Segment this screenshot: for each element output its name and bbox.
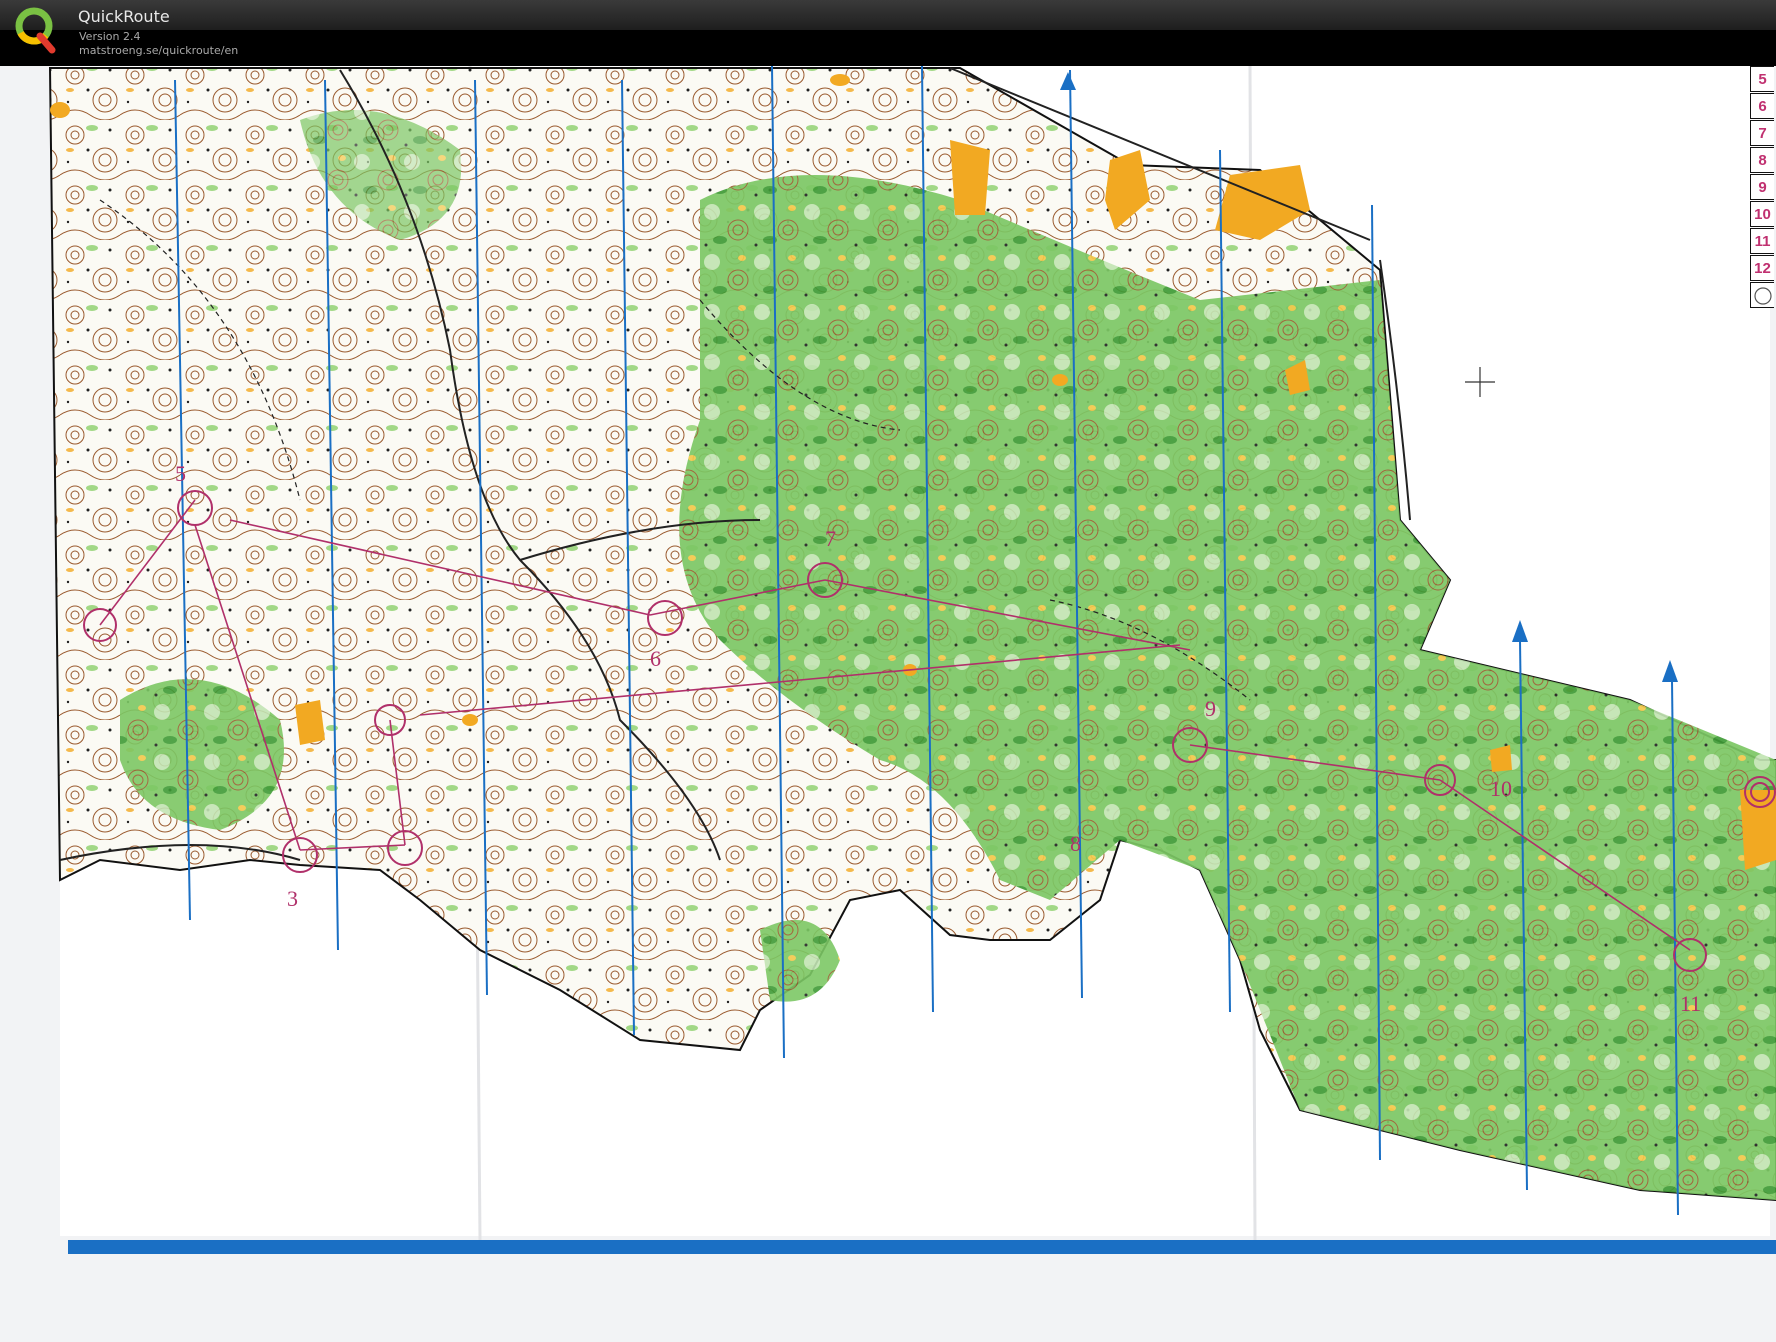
- control-label: 5: [175, 461, 186, 486]
- app-url-link[interactable]: matstroeng.se/quickroute/en: [79, 44, 238, 57]
- legend-finish-icon: [1750, 282, 1774, 308]
- control-label: 9: [1205, 696, 1216, 721]
- map-border: [68, 1240, 1776, 1254]
- quickroute-logo-icon: [15, 7, 56, 54]
- header-strip: [0, 30, 1776, 66]
- control-label: 3: [287, 886, 298, 911]
- legend-cell: 12: [1750, 255, 1774, 281]
- legend-cell: 5: [1750, 66, 1774, 92]
- legend-cell: 10: [1750, 201, 1774, 227]
- control-label: 7: [825, 526, 836, 551]
- control-label: 10: [1490, 776, 1512, 801]
- map-viewport[interactable]: 3 5 6 7 8 9 10 11 5 6 7 8 9 10 11 12: [0, 66, 1776, 1342]
- app-version: Version 2.4: [79, 30, 141, 43]
- control-label: 8: [1070, 831, 1081, 856]
- app-title: QuickRoute: [78, 7, 170, 26]
- legend-cell: 6: [1750, 93, 1774, 119]
- legend-cell: 8: [1750, 147, 1774, 173]
- legend-cell: 9: [1750, 174, 1774, 200]
- legend-cell: 11: [1750, 228, 1774, 254]
- title-bar: [0, 0, 1776, 30]
- control-label: 6: [650, 646, 661, 671]
- control-label: 11: [1680, 991, 1702, 1016]
- orienteering-map: [0, 66, 1776, 1342]
- legend-cell: 7: [1750, 120, 1774, 146]
